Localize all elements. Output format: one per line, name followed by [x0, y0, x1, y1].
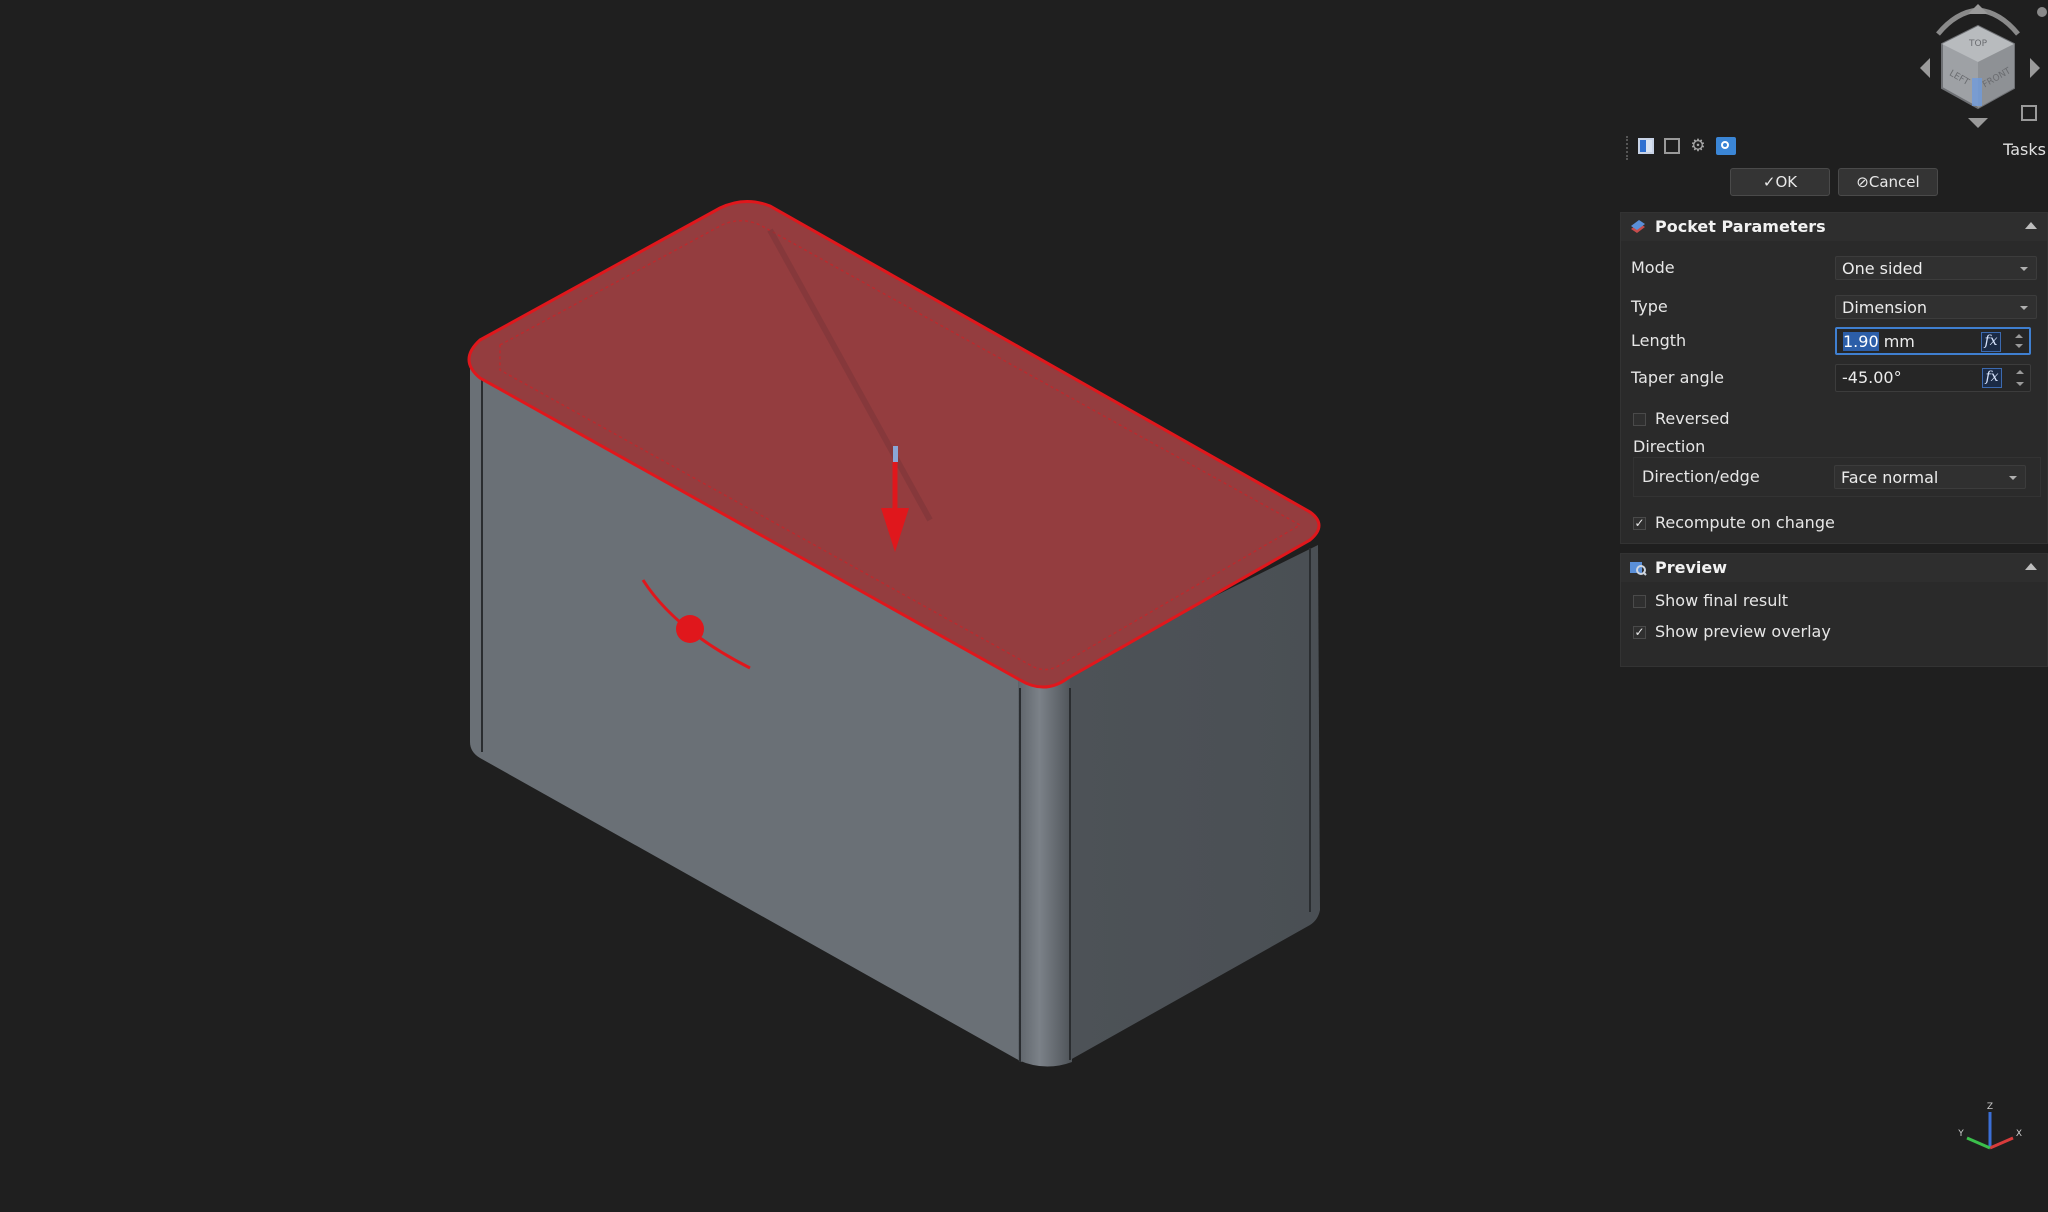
collapse-icon[interactable] [2025, 222, 2037, 229]
view-icon[interactable] [1716, 137, 1736, 155]
mode-select[interactable]: One sided [1835, 256, 2037, 280]
spin-up-icon[interactable] [2015, 334, 2023, 338]
length-unit: mm [1878, 332, 1915, 351]
gear-icon[interactable]: ⚙ [1690, 138, 1706, 155]
reversed-label: Reversed [1655, 409, 1730, 428]
navigation-cube[interactable]: TOP LEFT FRONT [1906, 0, 2048, 135]
pocket-parameters-header[interactable]: Pocket Parameters [1621, 213, 2047, 241]
spin-up-icon[interactable] [2016, 370, 2024, 374]
box-corner-edge [1018, 666, 1072, 1067]
length-label: Length [1631, 331, 1687, 350]
formula-icon[interactable]: fx [1981, 332, 2001, 352]
task-panel: ⚙ Tasks ✓OK ⊘Cancel Pocket Parameters Mo… [1616, 128, 2048, 668]
check-icon: ✓ [1762, 173, 1776, 191]
type-select[interactable]: Dimension [1835, 295, 2037, 319]
cancel-button[interactable]: ⊘Cancel [1838, 168, 1938, 196]
arrow-right-icon[interactable] [2030, 58, 2040, 78]
axis-indicator: Z X Y [1955, 1100, 2025, 1160]
length-input[interactable]: 1.90 mm fx [1835, 327, 2031, 355]
section-title: Preview [1655, 558, 1728, 577]
cancel-circle-icon: ⊘ [1856, 173, 1869, 191]
show-final-result-label: Show final result [1655, 591, 1789, 610]
x-label: X [2016, 1129, 2022, 1139]
arrow-left-icon[interactable] [1920, 58, 1930, 78]
small-cube-icon[interactable] [2021, 105, 2037, 121]
taper-angle-label: Taper angle [1631, 368, 1724, 387]
cube-top-label: TOP [1968, 39, 1988, 49]
section-title: Pocket Parameters [1655, 217, 1826, 236]
tasks-tab-label[interactable]: Tasks [2003, 140, 2046, 159]
length-value: 1.90 [1843, 332, 1879, 351]
document-icon[interactable] [1638, 138, 1654, 154]
reversed-checkbox[interactable] [1633, 413, 1646, 426]
window-icon[interactable] [1664, 138, 1680, 154]
preview-header[interactable]: Preview [1621, 554, 2047, 582]
preview-section: Preview Show final result ✓ Show preview… [1620, 553, 2048, 667]
collapse-icon[interactable] [2025, 563, 2037, 570]
direction-edge-value: Face normal [1841, 468, 1939, 487]
type-value: Dimension [1842, 298, 1928, 317]
chevron-down-icon [2009, 476, 2017, 480]
arrow-tail [893, 446, 898, 462]
show-preview-overlay-label: Show preview overlay [1655, 622, 1831, 641]
y-axis [1966, 1136, 1991, 1150]
pocket-icon [1631, 220, 1645, 233]
task-toolbar: ⚙ Tasks [1626, 134, 2046, 160]
ok-label: OK [1775, 173, 1798, 191]
z-label: Z [1987, 1102, 1993, 1112]
ok-button[interactable]: ✓OK [1730, 168, 1830, 196]
chevron-down-icon [2020, 267, 2028, 271]
direction-edge-select[interactable]: Face normal [1834, 465, 2026, 489]
show-preview-overlay-checkbox[interactable]: ✓ [1633, 626, 1646, 639]
type-label: Type [1631, 297, 1668, 316]
view-menu-icon[interactable] [2037, 7, 2047, 17]
show-final-result-checkbox[interactable] [1633, 595, 1646, 608]
mode-value: One sided [1842, 259, 1923, 278]
direction-edge-label: Direction/edge [1642, 467, 1760, 486]
arrow-down-icon[interactable] [1968, 118, 1988, 128]
taper-angle-value: -45.00° [1842, 368, 1902, 387]
recompute-label: Recompute on change [1655, 513, 1835, 532]
spin-down-icon[interactable] [2015, 344, 2023, 348]
cancel-label: Cancel [1868, 173, 1920, 191]
recompute-checkbox[interactable]: ✓ [1633, 517, 1646, 530]
y-label: Y [1957, 1129, 1964, 1139]
direction-group: Direction/edge Face normal [1633, 457, 2041, 497]
x-axis [1989, 1136, 2014, 1150]
mode-label: Mode [1631, 258, 1675, 277]
drag-handle[interactable] [676, 615, 704, 643]
toolbar-grip[interactable] [1626, 136, 1632, 160]
taper-angle-input[interactable]: -45.00° fx [1835, 364, 2031, 392]
chevron-down-icon [2020, 306, 2028, 310]
formula-icon[interactable]: fx [1982, 368, 2002, 388]
spin-down-icon[interactable] [2016, 382, 2024, 386]
direction-heading: Direction [1633, 437, 1706, 456]
preview-icon [1630, 562, 1647, 576]
pocket-parameters-section: Pocket Parameters Mode One sided Type Di… [1620, 212, 2048, 544]
